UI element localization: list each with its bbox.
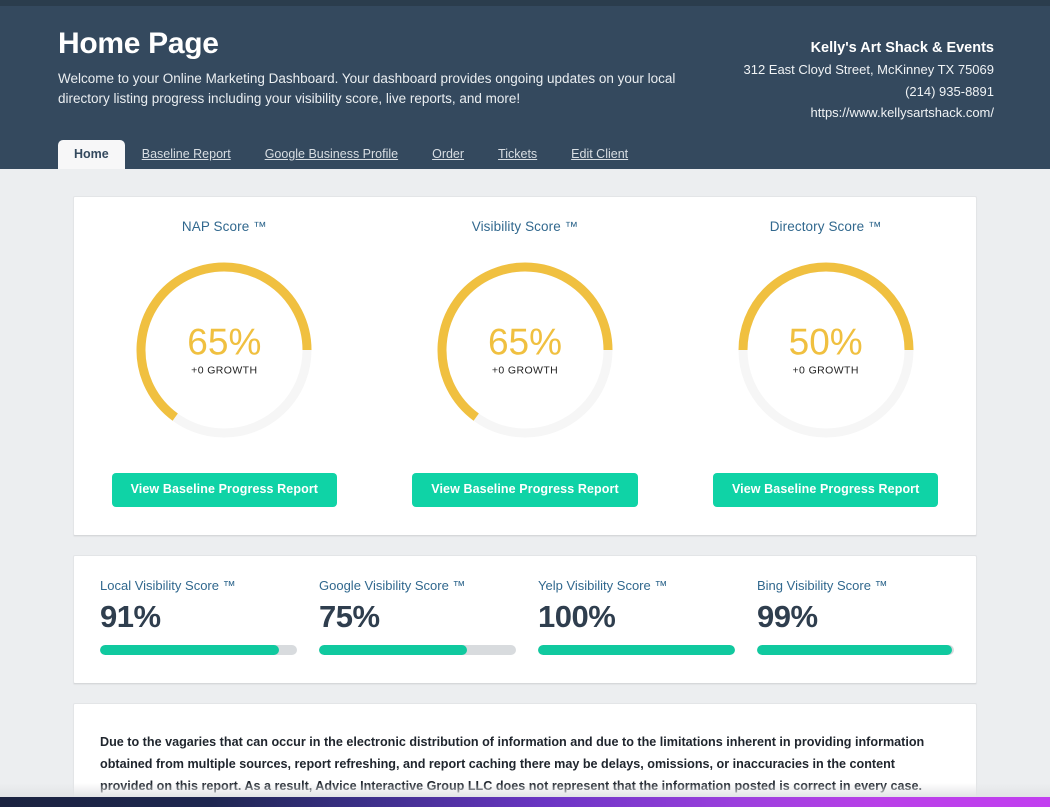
disclaimer-body: Due to the vagaries that can occur in th… [74, 704, 976, 805]
donut-growth-label: +0 GROWTH [191, 364, 258, 377]
score-gauge-label: Directory Score ™ [769, 219, 882, 234]
visibility-progress-fill [757, 645, 953, 656]
score-gauge-0: NAP Score ™ 65% +0 GROWTH View Baseline Pro… [74, 219, 375, 507]
score-gauge-1: Visibility Score ™ 65% +0 GROWTH View Basel… [375, 219, 676, 507]
bottom-gradient-bar [0, 797, 1050, 807]
visibility-progress-fill [538, 645, 735, 656]
visibility-metric-label: Yelp Visibility Score ™ [538, 577, 668, 593]
score-gauge-label: NAP Score ™ [181, 219, 267, 234]
visibility-metric-label: Local Visibility Score ™ [100, 577, 236, 593]
visibility-row: Local Visibility Score ™ 91% Google Visibi… [74, 556, 976, 684]
donut-chart: 50% +0 GROWTH [733, 257, 919, 443]
donut-center-labels: 50% +0 GROWTH [733, 321, 919, 377]
visibility-progress-fill [319, 645, 467, 656]
visibility-metric-1: Google Visibility Score ™ 75% [319, 578, 538, 656]
tab-google-business-profile[interactable]: Google Business Profile [248, 141, 415, 170]
view-baseline-progress-report-button[interactable]: View Baseline Progress Report [111, 473, 338, 507]
business-phone: (214) 935-8891 [905, 83, 994, 99]
business-address: 312 East Cloyd Street, McKinney TX 75069 [743, 62, 994, 78]
visibility-metric-value: 91% [100, 598, 161, 634]
score-gauge-2: Directory Score ™ 50% +0 GROWTH View Baseli… [675, 219, 976, 507]
donut-percent-value: 65% [487, 321, 563, 363]
donut-center-labels: 65% +0 GROWTH [432, 321, 618, 377]
visibility-metric-label: Bing Visibility Score ™ [757, 577, 888, 593]
tab-tickets[interactable]: Tickets [481, 141, 554, 170]
tab-bar: Home Baseline Report Google Business Profi… [0, 139, 1050, 170]
tab-edit-client[interactable]: Edit Client [554, 141, 645, 170]
donut-growth-label: +0 GROWTH [491, 364, 559, 377]
tab-baseline-report[interactable]: Baseline Report [125, 141, 248, 170]
visibility-progress-track [538, 645, 735, 656]
visibility-progress-track [757, 645, 954, 656]
tab-home[interactable]: Home [58, 139, 125, 169]
app-screen: Home Page Welcome to your Online Marketi… [0, 0, 1050, 807]
visibility-progress-track [100, 645, 297, 656]
view-baseline-progress-report-button[interactable]: View Baseline Progress Report [712, 473, 939, 507]
view-baseline-progress-report-button[interactable]: View Baseline Progress Report [412, 473, 638, 507]
page-subtitle: Welcome to your Online Marketing Dashboa… [58, 70, 676, 107]
visibility-metric-3: Bing Visibility Score ™ 99% [757, 578, 976, 656]
header-left: Home Page Welcome to your Online Marketi… [58, 28, 683, 110]
donut-center-labels: 65% +0 GROWTH [131, 321, 317, 377]
visibility-metric-label: Google Visibility Score ™ [319, 577, 466, 593]
tab-order[interactable]: Order [415, 141, 481, 170]
visibility-metric-value: 100% [538, 598, 616, 634]
donut-percent-value: 65% [187, 321, 262, 363]
page-title: Home Page [58, 27, 219, 60]
main-content: NAP Score ™ 65% +0 GROWTH View Baseline Pro… [0, 169, 1050, 807]
visibility-metric-value: 75% [319, 598, 380, 634]
visibility-metric-value: 99% [757, 598, 818, 634]
donut-growth-label: +0 GROWTH [792, 364, 859, 377]
donut-row: NAP Score ™ 65% +0 GROWTH View Baseline Pro… [74, 197, 976, 535]
visibility-metric-0: Local Visibility Score ™ 91% [100, 578, 319, 656]
donut-chart: 65% +0 GROWTH [432, 257, 618, 443]
visibility-scores-card: Local Visibility Score ™ 91% Google Visibi… [73, 554, 977, 685]
business-name: Kelly's Art Shack & Events [810, 40, 994, 56]
page-header: Home Page Welcome to your Online Marketi… [0, 6, 1050, 169]
disclaimer-text: Due to the vagaries that can occur in th… [100, 735, 925, 793]
visibility-progress-track [319, 645, 516, 656]
business-website[interactable]: https://www.kellysartshack.com/ [743, 102, 995, 123]
score-gauges-card: NAP Score ™ 65% +0 GROWTH View Baseline Pro… [73, 196, 977, 536]
score-gauge-label: Visibility Score ™ [471, 219, 579, 234]
business-info: Kelly's Art Shack & Events 312 East Cloy… [743, 28, 994, 123]
visibility-progress-fill [100, 645, 280, 656]
disclaimer-card: Due to the vagaries that can occur in th… [73, 703, 977, 807]
donut-chart: 65% +0 GROWTH [131, 257, 317, 443]
visibility-metric-2: Yelp Visibility Score ™ 100% [538, 578, 757, 656]
donut-percent-value: 50% [788, 321, 863, 363]
